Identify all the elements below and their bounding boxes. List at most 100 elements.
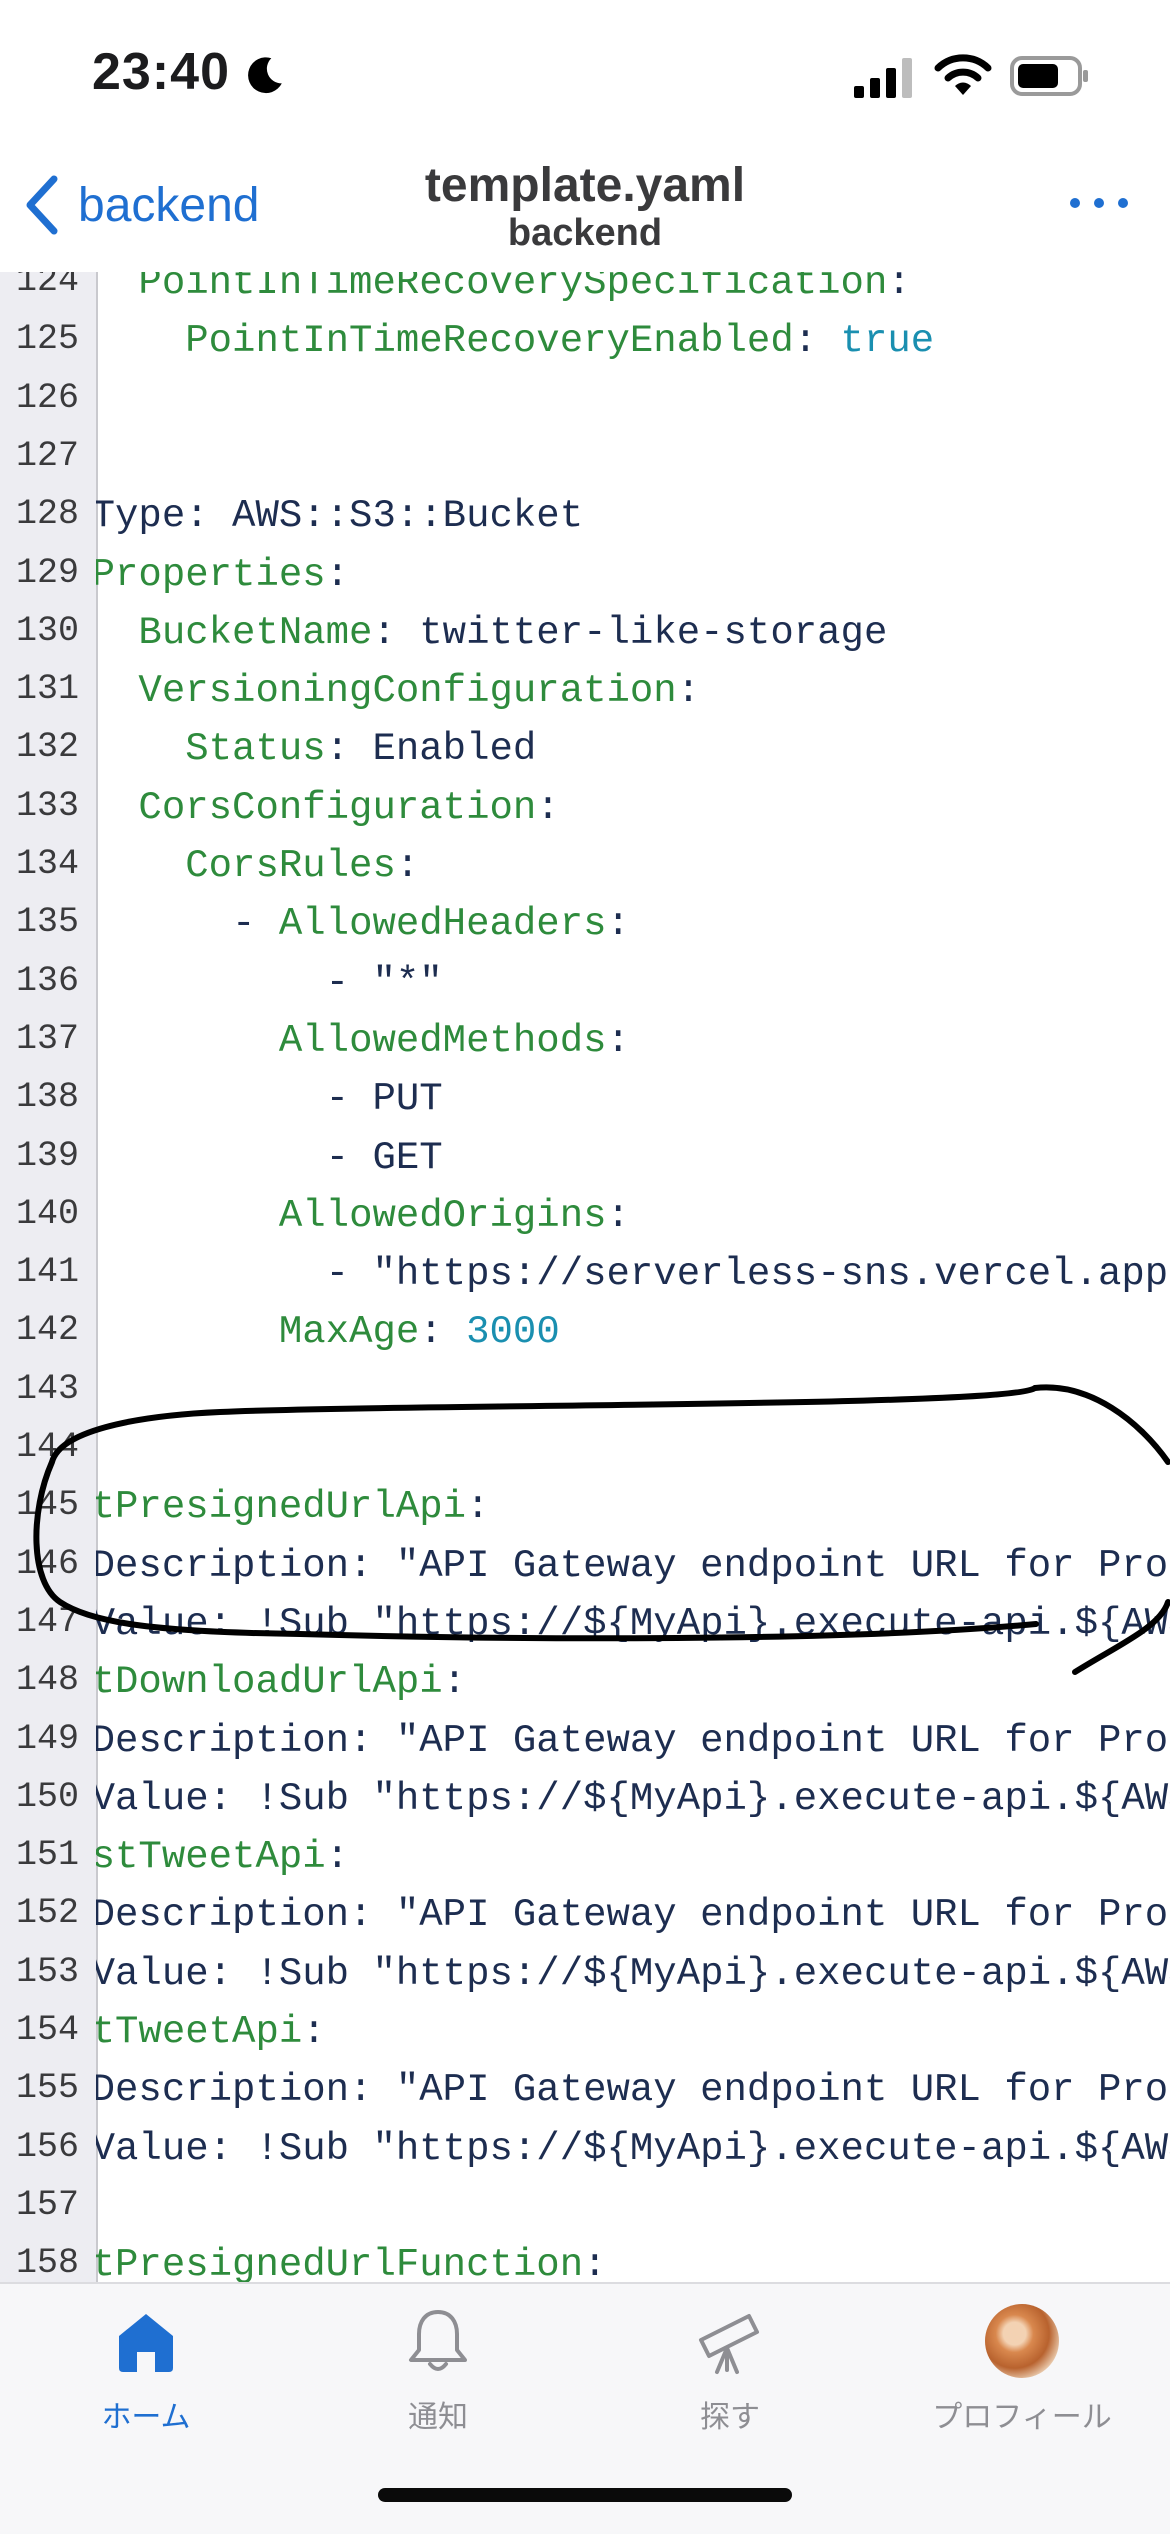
- code-token: PointInTimeRecoveryEnabled: [0, 319, 794, 364]
- code-token: VersioningConfiguration: [0, 669, 677, 714]
- line-number: 147: [16, 1601, 80, 1642]
- tab-explore-label: 探す: [700, 2401, 760, 2434]
- code-token: Value: !Sub "https://${MyApi}.execute-ap…: [91, 1601, 1170, 1646]
- line-number: 150: [16, 1776, 80, 1817]
- code-line: CorsConfiguration: 133: [0, 783, 1170, 841]
- line-number: 128: [16, 494, 80, 535]
- code-line: Value: !Sub "https://${MyApi}.execute-ap…: [0, 2124, 1170, 2182]
- code-token: : Enabled: [325, 727, 537, 772]
- code-token: Description: "API Gateway endpoint URL f…: [91, 1543, 1170, 1588]
- line-number: 132: [16, 727, 80, 768]
- code-token: Description: "API Gateway endpoint URL f…: [91, 2068, 1170, 2113]
- code-token: true: [840, 319, 935, 364]
- code-line: 126: [0, 375, 1170, 433]
- code-text: Description: "API Gateway endpoint URL f…: [91, 1716, 1170, 1766]
- code-token: :: [676, 669, 701, 714]
- code-token: :: [606, 1018, 630, 1063]
- line-number: 151: [16, 1835, 80, 1876]
- code-token: - "https://serverless-sns.vercel.app": [0, 1252, 1170, 1297]
- code-line: 157: [0, 2182, 1170, 2240]
- code-token: :: [606, 1193, 630, 1238]
- repo-subtitle: backend: [507, 212, 663, 254]
- line-number: 126: [16, 377, 80, 418]
- code-line: Type: AWS::S3::Bucket 128: [0, 491, 1170, 549]
- tab-notifications[interactable]: 通知: [292, 2304, 584, 2464]
- tab-home[interactable]: ホーム: [0, 2304, 292, 2464]
- code-line: Description: "API Gateway endpoint URL f…: [0, 1716, 1170, 1774]
- line-number: 136: [16, 960, 80, 1001]
- line-number: 124: [16, 272, 80, 301]
- code-token: Description: "API Gateway endpoint URL f…: [91, 1718, 1170, 1763]
- bell-icon: [409, 2310, 467, 2371]
- line-number: 148: [16, 1660, 80, 1701]
- status-time: 23:40: [92, 43, 230, 101]
- line-number: 125: [16, 319, 80, 360]
- tab-explore[interactable]: 探す: [584, 2304, 876, 2464]
- more-options-icon[interactable]: [1066, 188, 1132, 218]
- code-viewer[interactable]: PointInTimeRecoverySpecification: 124 Poi…: [0, 272, 1170, 2282]
- code-token: :: [793, 319, 841, 364]
- code-line: Description: "API Gateway endpoint URL f…: [0, 1541, 1170, 1599]
- line-number: 153: [16, 1951, 80, 1992]
- code-line: AllowedOrigins: 140: [0, 1191, 1170, 1249]
- code-text: Value: !Sub "https://${MyApi}.execute-ap…: [91, 1949, 1170, 1999]
- code-token: :: [419, 1310, 467, 1355]
- wifi-icon: [934, 54, 992, 95]
- code-token: :: [887, 272, 911, 305]
- code-token: :: [395, 844, 420, 888]
- code-line: 127: [0, 433, 1170, 491]
- line-number: 158: [16, 2243, 80, 2282]
- code-text: Description: "API Gateway endpoint URL f…: [96, 1890, 1170, 1940]
- line-number: 157: [16, 2184, 80, 2225]
- line-number: 134: [16, 844, 80, 884]
- code-text: - AllowedHeaders:: [96, 899, 630, 949]
- code-text: Description: "API Gateway endpoint URL f…: [91, 1541, 1170, 1591]
- code-line: - "https://serverless-sns.vercel.app" 141: [0, 1249, 1170, 1307]
- line-number: 155: [16, 2068, 80, 2109]
- code-token: :: [536, 785, 560, 830]
- code-line: 144: [0, 1424, 1170, 1482]
- code-line: - "*" 136: [0, 958, 1170, 1016]
- code-line: - AllowedHeaders: 135: [0, 899, 1170, 957]
- line-number: 149: [16, 1718, 80, 1759]
- code-token: :: [442, 1660, 467, 1705]
- tab-notifications-label: 通知: [408, 2401, 468, 2434]
- moon-icon: [248, 57, 282, 94]
- avatar: [985, 2304, 1059, 2378]
- code-line: GetPresignedUrlApi: 145: [0, 1482, 1170, 1540]
- code-line: Properties: 129: [0, 550, 1170, 608]
- battery-icon: [1010, 56, 1088, 96]
- code-text: AllowedMethods:: [96, 1016, 630, 1066]
- tab-home-label: ホーム: [101, 2401, 191, 2434]
- code-token: MaxAge: [278, 1310, 420, 1355]
- code-line: GetPresignedUrlFunction: 158: [0, 2240, 1170, 2282]
- code-token: Value: !Sub "https://${MyApi}.execute-ap…: [91, 1776, 1170, 1821]
- line-number: 133: [16, 785, 80, 826]
- code-line: MaxAge: 3000 142: [0, 1307, 1170, 1365]
- code-line: GetDownloadUrlApi: 148: [0, 1657, 1170, 1715]
- code-text: PointInTimeRecoveryEnabled: true: [0, 316, 935, 366]
- code-text: BucketName: twitter-like-storage: [96, 608, 888, 658]
- line-number: 131: [16, 669, 80, 710]
- code-line: AllowedMethods: 137: [0, 1016, 1170, 1074]
- line-number: 130: [16, 610, 80, 651]
- line-number: 127: [16, 435, 80, 476]
- line-number: 135: [16, 902, 80, 943]
- code-line: PostTweetApi: 151: [0, 1832, 1170, 1890]
- code-line: Value: !Sub "https://${MyApi}.execute-ap…: [0, 1949, 1170, 2007]
- line-number: 146: [16, 1543, 80, 1584]
- code-token: Value: !Sub "https://${MyApi}.execute-ap…: [91, 1951, 1170, 1996]
- code-line: CorsRules: 134: [0, 841, 1170, 899]
- tab-profile-label: プロフィール: [932, 2401, 1112, 2434]
- line-number: 154: [16, 2010, 80, 2050]
- tab-profile[interactable]: プロフィール: [876, 2304, 1168, 2464]
- code-token: AllowedOrigins: [278, 1193, 607, 1238]
- navigation-bar: backend template.yaml backend: [0, 150, 1170, 274]
- line-number: 129: [16, 552, 80, 593]
- line-number: 142: [16, 1310, 80, 1351]
- code-line: Value: !Sub "https://${MyApi}.execute-ap…: [0, 1774, 1170, 1832]
- code-text: PointInTimeRecoverySpecification:: [96, 272, 911, 308]
- line-number: 138: [16, 1077, 80, 1118]
- code-line: PointInTimeRecoverySpecification: 124: [0, 272, 1170, 316]
- code-token: : twitter-like-storage: [372, 610, 888, 655]
